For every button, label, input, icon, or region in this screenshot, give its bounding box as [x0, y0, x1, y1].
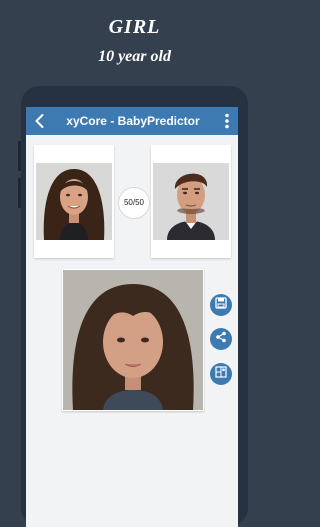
child-photo — [63, 270, 203, 410]
child-photo-card — [62, 269, 204, 411]
promo-subtitle: 10 year old — [98, 48, 171, 65]
mother-photo — [36, 163, 112, 240]
ratio-badge[interactable]: 50/50 — [118, 187, 150, 219]
mother-photo-card[interactable] — [34, 145, 114, 258]
gallery-icon — [215, 365, 227, 383]
more-vert-icon[interactable] — [220, 111, 234, 131]
share-icon — [215, 330, 227, 348]
father-photo — [153, 163, 229, 240]
promo-title: GIRL — [108, 16, 161, 38]
app-title: xyCore - BabyPredictor — [66, 114, 200, 128]
gallery-button[interactable] — [210, 363, 232, 385]
share-button[interactable] — [210, 328, 232, 350]
phone-side-button — [18, 141, 21, 171]
app-screen: xyCore - BabyPredictor 50/50 — [26, 107, 238, 527]
app-bar: xyCore - BabyPredictor — [26, 107, 238, 135]
save-icon — [215, 296, 227, 314]
father-photo-card[interactable] — [151, 145, 231, 258]
save-button[interactable] — [210, 294, 232, 316]
back-arrow-icon[interactable] — [30, 111, 50, 131]
phone-side-button — [18, 178, 21, 208]
